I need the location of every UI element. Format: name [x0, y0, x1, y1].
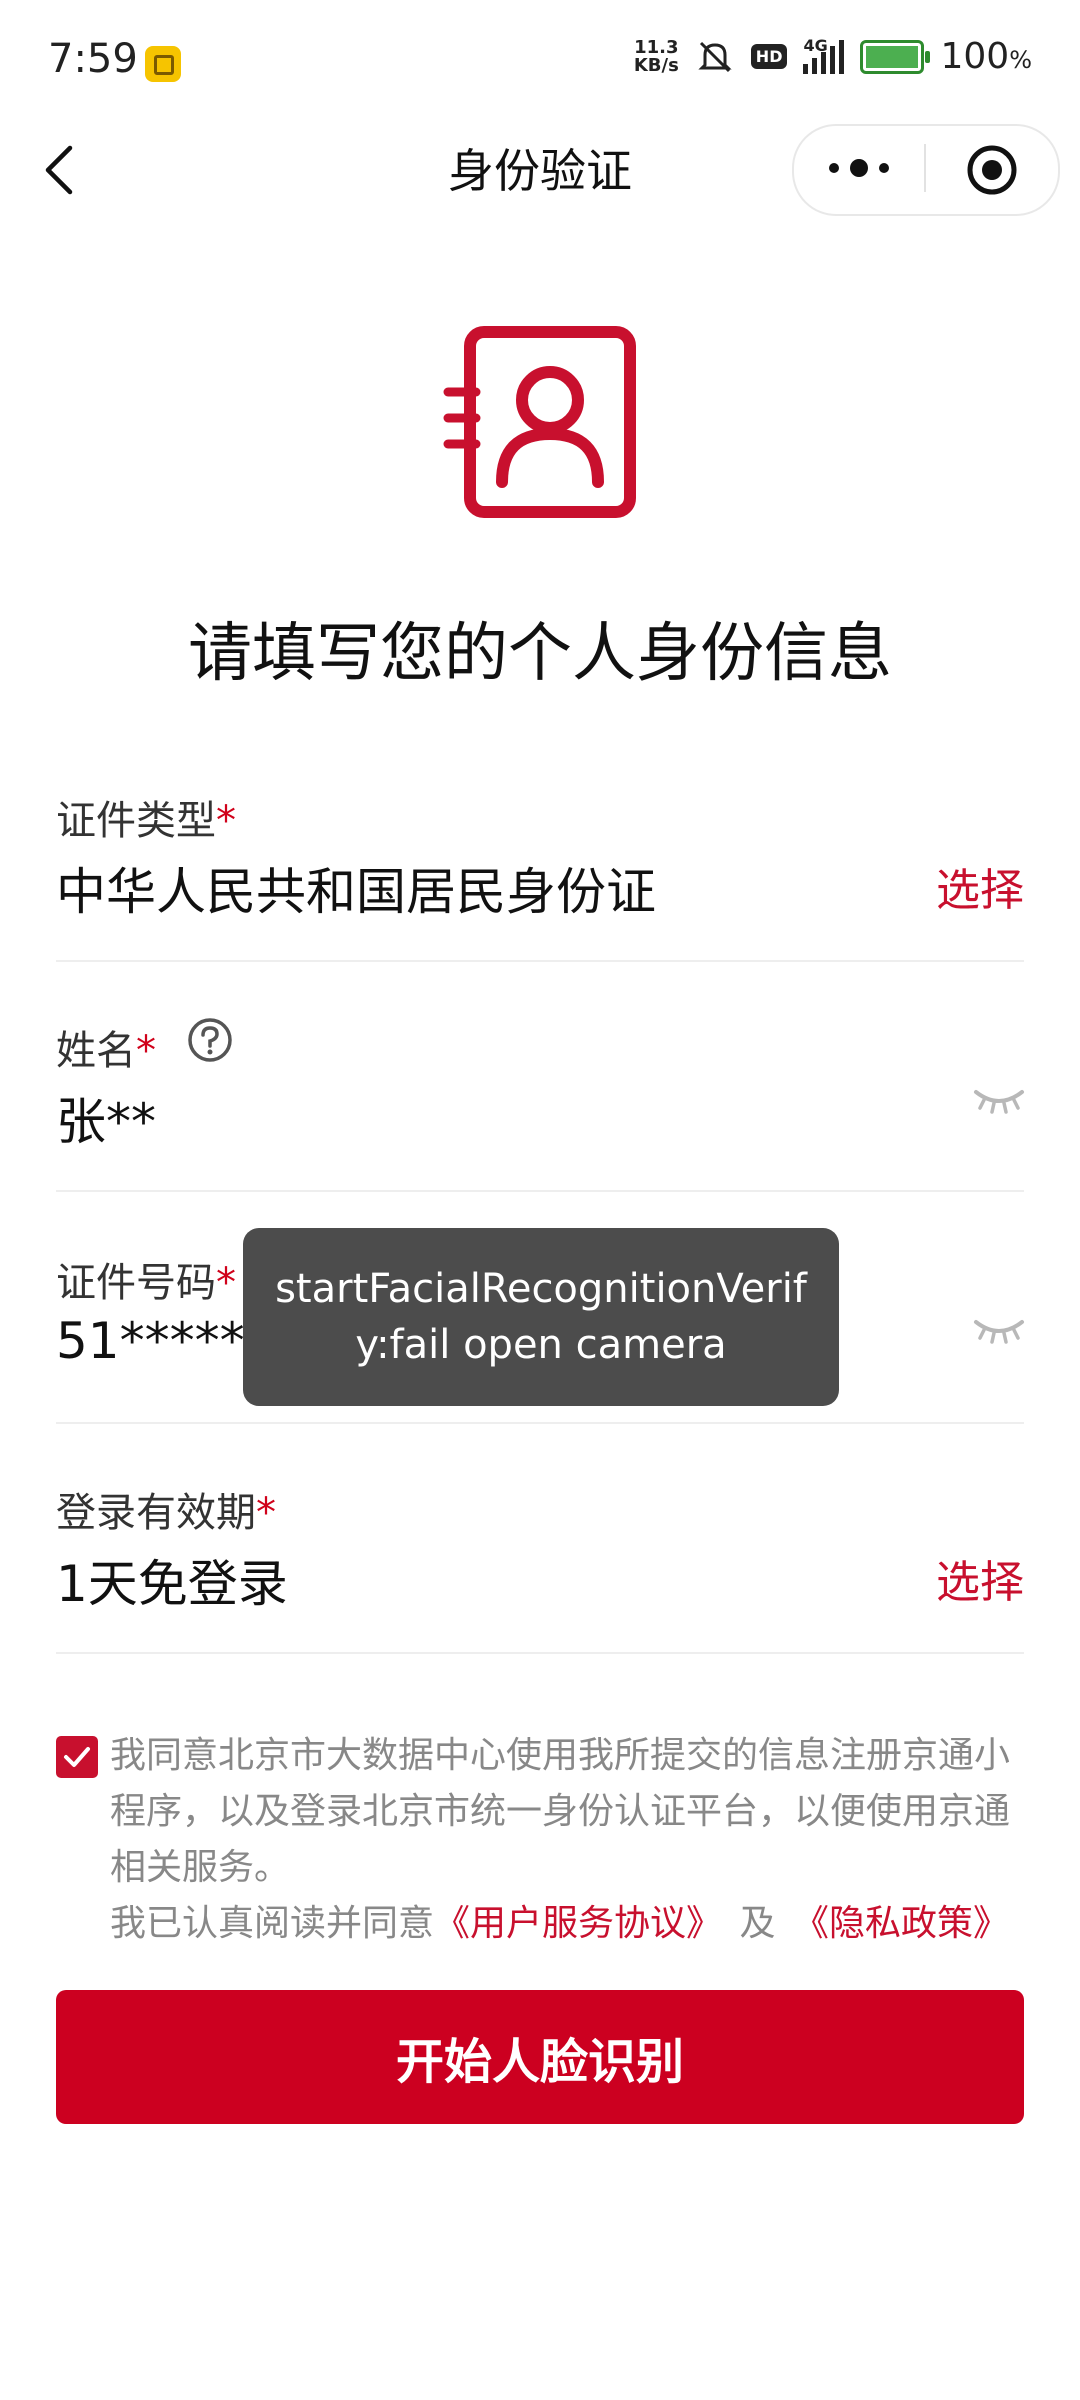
capsule-divider [924, 144, 926, 192]
cell-signal: 4G [803, 36, 845, 74]
battery-level: 100 % [940, 36, 1032, 77]
name-label: 姓名* [56, 1028, 156, 1074]
form-heading: 请填写您的个人身份信息 [188, 617, 892, 691]
id-number-value: 51****** [56, 1312, 270, 1370]
eye-closed-icon[interactable] [972, 1310, 1026, 1346]
required-mark: * [136, 1028, 156, 1074]
status-time: 7:59 [48, 36, 138, 82]
name-value: 张** [56, 1093, 156, 1151]
agreement-checkbox[interactable] [56, 1736, 98, 1778]
start-face-recognition-button[interactable]: 开始人脸识别 [56, 1990, 1024, 2124]
login-validity-value: 1天免登录 [56, 1555, 288, 1613]
hd-badge: HD [750, 44, 788, 69]
id-card-person-icon [443, 326, 636, 518]
divider [56, 1422, 1024, 1424]
id-type-value: 中华人民共和国居民身份证 [56, 863, 656, 921]
id-type-label: 证件类型* [56, 798, 236, 844]
login-validity-label: 登录有效期* [56, 1490, 276, 1536]
help-question-icon[interactable] [186, 1016, 234, 1064]
divider [56, 1652, 1024, 1654]
id-number-label: 证件号码* [56, 1260, 236, 1306]
eye-closed-icon[interactable] [972, 1080, 1026, 1116]
agreement-links-line: 我已认真阅读并同意《用户服务协议》 及 《隐私政策》 [110, 1903, 1009, 1944]
more-dots-icon[interactable] [820, 150, 898, 186]
login-validity-select-button[interactable]: 选择 [936, 1546, 1024, 1610]
divider [56, 1190, 1024, 1192]
divider [56, 960, 1024, 962]
required-mark: * [216, 798, 236, 844]
status-icons: 11.3 KB/s HD 4G 100 % [633, 36, 1032, 78]
required-mark: * [256, 1490, 276, 1536]
required-mark: * [216, 1260, 236, 1306]
agreement-text: 我同意北京市大数据中心使用我所提交的信息注册京通小程序，以及登录北京市统一身份认… [110, 1728, 1030, 1952]
bell-muted-icon [698, 41, 732, 72]
close-circle-icon[interactable] [964, 142, 1020, 198]
app-notification-icon [145, 46, 181, 82]
id-type-select-button[interactable]: 选择 [936, 854, 1024, 918]
battery-icon [860, 39, 931, 74]
net-speed: 11.3 KB/s [633, 36, 679, 76]
error-toast: startFacialRecognitionVerify:fail open c… [243, 1228, 839, 1406]
privacy-policy-link[interactable]: 《隐私政策》 [793, 1903, 1009, 1944]
user-agreement-link[interactable]: 《用户服务协议》 [434, 1903, 722, 1944]
